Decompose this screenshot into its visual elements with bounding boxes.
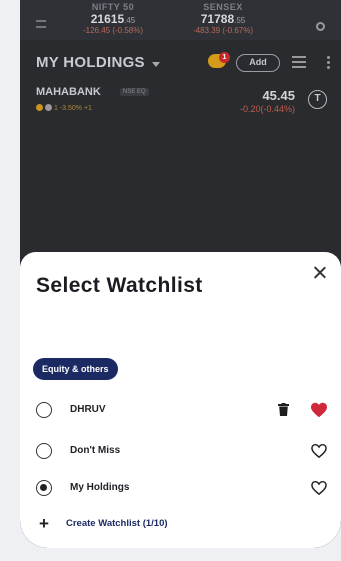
holdings-title[interactable]: MY HOLDINGS	[36, 54, 145, 71]
index-ticker-bar: NIFTY 50 21615.45 -126.45 (-0.58%) SENSE…	[20, 0, 341, 40]
chevron-down-icon[interactable]	[152, 62, 160, 67]
trash-icon[interactable]	[278, 403, 289, 416]
add-button[interactable]: Add	[236, 54, 280, 72]
status-icon	[45, 104, 52, 111]
notification-badge: 1	[219, 52, 230, 63]
watchlist-item[interactable]: Don't Miss	[20, 437, 341, 465]
more-options-icon[interactable]	[327, 56, 330, 69]
radio-button[interactable]	[36, 402, 52, 418]
stock-meta: 1 -3.50% +1	[36, 104, 92, 112]
radio-button-selected[interactable]	[36, 480, 52, 496]
index-nifty[interactable]: NIFTY 50 21615.45 -126.45 (-0.58%)	[58, 2, 168, 35]
watchlist-item[interactable]: DHRUV	[20, 396, 341, 424]
watchlist-name: My Holdings	[70, 482, 130, 493]
index-change: -126.45 (-0.58%)	[82, 26, 144, 35]
stock-row[interactable]: MAHABANK NSE EQ 1 -3.50% +1 45.45 -0.20(…	[20, 84, 341, 124]
index-name: NIFTY 50	[91, 2, 135, 12]
watchlist-item[interactable]: My Holdings	[20, 474, 341, 502]
holdings-header: MY HOLDINGS 1 Add	[20, 48, 341, 76]
sheet-title: Select Watchlist	[36, 274, 203, 297]
heart-filled-icon[interactable]	[310, 402, 328, 418]
create-watchlist-label: Create Watchlist (1/10)	[66, 518, 168, 529]
close-icon[interactable]	[311, 264, 329, 282]
stock-name: MAHABANK	[36, 86, 101, 98]
menu-icon[interactable]	[36, 20, 46, 28]
select-watchlist-sheet: Select Watchlist Equity & others DHRUV D…	[20, 252, 341, 548]
category-chip[interactable]: Equity & others	[33, 358, 118, 380]
exchange-badge: NSE EQ	[120, 88, 149, 96]
heart-outline-icon[interactable]	[310, 480, 328, 496]
create-watchlist-button[interactable]: + Create Watchlist (1/10)	[20, 512, 341, 536]
filter-sliders-icon[interactable]	[292, 56, 306, 68]
phone-screen: NIFTY 50 21615.45 -126.45 (-0.58%) SENSE…	[20, 0, 341, 548]
index-value: 71788.55	[200, 12, 246, 26]
trade-button[interactable]: T	[308, 90, 327, 109]
stock-price: 45.45	[262, 88, 295, 103]
settings-gear-icon[interactable]	[316, 22, 325, 31]
radio-button[interactable]	[36, 443, 52, 459]
heart-outline-icon[interactable]	[310, 443, 328, 459]
watchlist-name: DHRUV	[70, 404, 106, 415]
index-name: SENSEX	[203, 2, 243, 12]
plus-icon: +	[39, 514, 49, 533]
index-sensex[interactable]: SENSEX 71788.55 -483.39 (-0.67%)	[168, 2, 278, 35]
coin-icon	[36, 104, 43, 111]
index-change: -483.39 (-0.67%)	[192, 26, 254, 35]
index-value: 21615.45	[90, 12, 136, 26]
watchlist-name: Don't Miss	[70, 445, 121, 456]
stock-change: -0.20(-0.44%)	[239, 104, 295, 114]
